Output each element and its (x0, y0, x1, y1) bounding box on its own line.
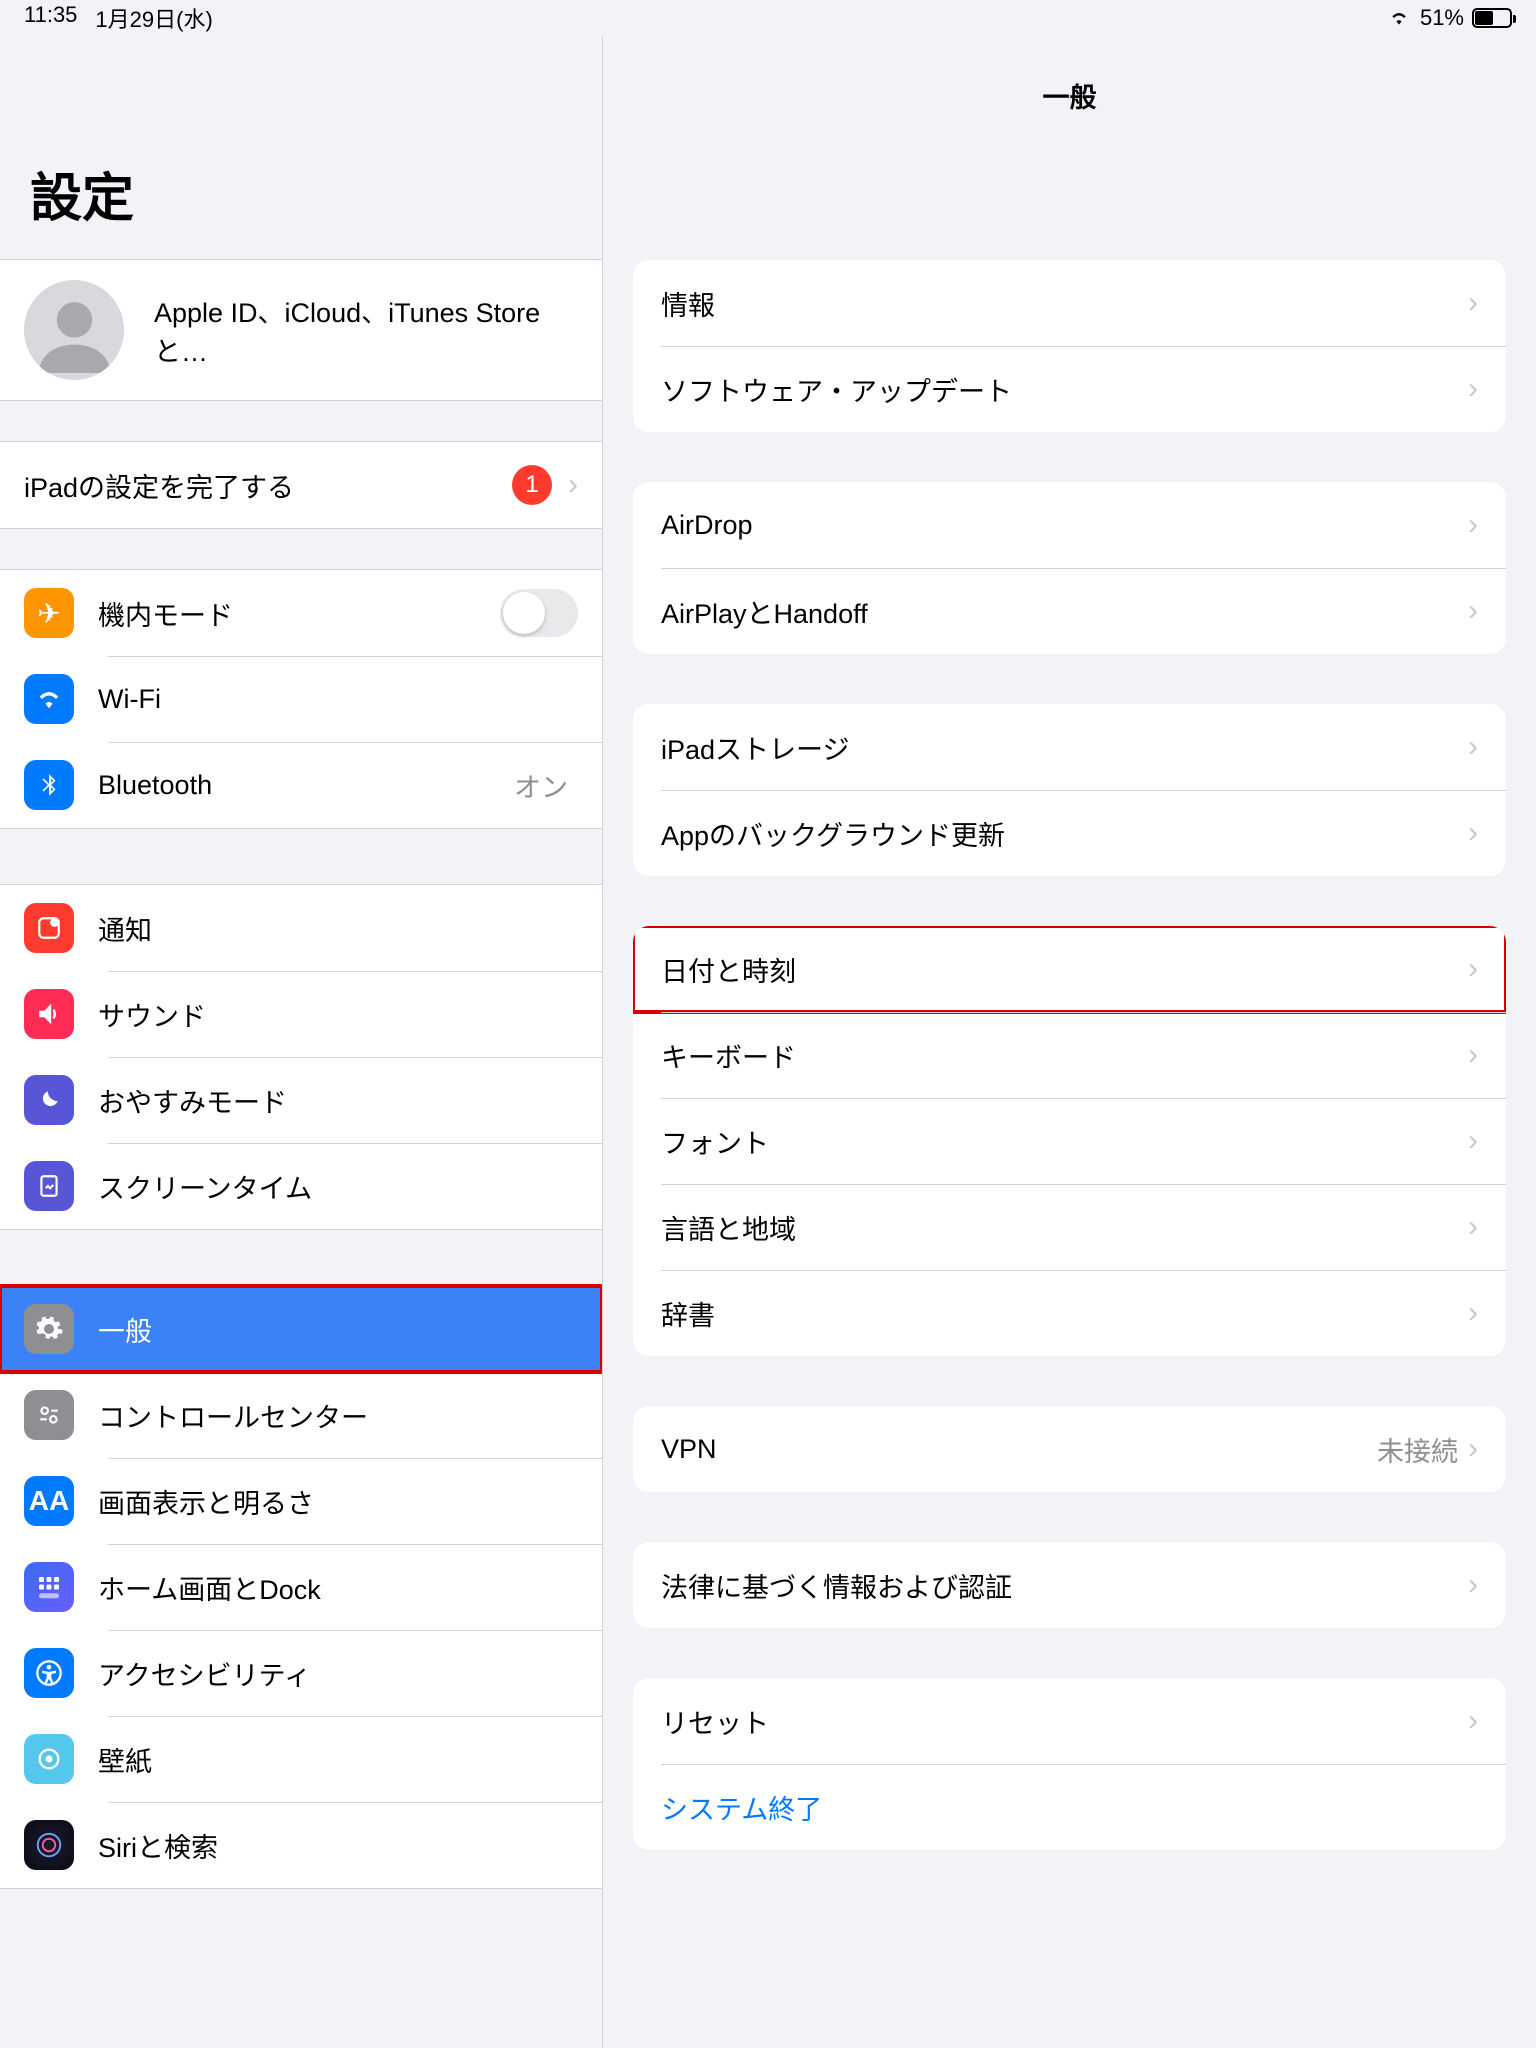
sidebar-item-airplane[interactable]: ✈︎ 機内モード (0, 570, 602, 656)
airplane-icon: ✈︎ (24, 588, 74, 638)
status-date: 1月29日(水) (95, 2, 212, 34)
sidebar: 設定 Apple ID、iCloud、iTunes Storeと… iPadの設… (0, 36, 603, 2048)
chevron-icon: › (1468, 1296, 1478, 1330)
chevron-icon: › (1468, 508, 1478, 542)
siri-icon (24, 1820, 74, 1870)
detail-vpn[interactable]: VPN 未接続 › (633, 1406, 1506, 1492)
display-icon: AA (24, 1476, 74, 1526)
detail-title: 一般 (603, 36, 1536, 145)
detail-bg-refresh[interactable]: Appのバックグラウンド更新 › (633, 790, 1506, 876)
detail-language[interactable]: 言語と地域 › (633, 1184, 1506, 1270)
detail-airplay[interactable]: AirPlayとHandoff › (633, 568, 1506, 654)
chevron-icon: › (1468, 816, 1478, 850)
sidebar-item-wifi[interactable]: Wi-Fi (0, 656, 602, 742)
chevron-icon: › (1468, 952, 1478, 986)
sidebar-item-control[interactable]: コントロールセンター (0, 1372, 602, 1458)
sidebar-item-accessibility[interactable]: アクセシビリティ (0, 1630, 602, 1716)
sidebar-item-sounds[interactable]: サウンド (0, 971, 602, 1057)
detail-dictionary[interactable]: 辞書 › (633, 1270, 1506, 1356)
sidebar-title: 設定 (0, 36, 602, 259)
sidebar-item-notifications[interactable]: 通知 (0, 885, 602, 971)
finish-setup-row[interactable]: iPadの設定を完了する 1 › (0, 442, 602, 528)
detail-shutdown[interactable]: システム終了 (633, 1764, 1506, 1850)
sidebar-item-wallpaper[interactable]: 壁紙 (0, 1716, 602, 1802)
detail-storage[interactable]: iPadストレージ › (633, 704, 1506, 790)
status-bar: 11:35 1月29日(水) 51% (0, 0, 1536, 36)
vpn-value: 未接続 (1377, 1430, 1458, 1469)
finish-setup-badge: 1 (512, 465, 552, 505)
status-time: 11:35 (24, 2, 77, 34)
wallpaper-icon (24, 1734, 74, 1784)
detail-pane: 一般 情報 › ソフトウェア・アップデート › AirDrop › AirPla… (603, 36, 1536, 2048)
chevron-icon: › (568, 468, 578, 502)
sidebar-item-display[interactable]: AA 画面表示と明るさ (0, 1458, 602, 1544)
chevron-icon: › (1468, 286, 1478, 320)
wifi-icon (1386, 8, 1412, 28)
notifications-icon (24, 903, 74, 953)
home-icon (24, 1562, 74, 1612)
chevron-icon: › (1468, 1568, 1478, 1602)
chevron-icon: › (1468, 1038, 1478, 1072)
control-center-icon (24, 1390, 74, 1440)
airplane-switch[interactable] (500, 589, 578, 637)
battery-percent: 51% (1420, 5, 1464, 31)
bluetooth-value: オン (514, 766, 568, 805)
sidebar-item-home[interactable]: ホーム画面とDock (0, 1544, 602, 1630)
chevron-icon: › (1468, 1124, 1478, 1158)
dnd-icon (24, 1075, 74, 1125)
detail-about[interactable]: 情報 › (633, 260, 1506, 346)
chevron-icon: › (1468, 594, 1478, 628)
detail-reset[interactable]: リセット › (633, 1678, 1506, 1764)
chevron-icon: › (1468, 372, 1478, 406)
chevron-icon: › (1468, 1432, 1478, 1466)
detail-airdrop[interactable]: AirDrop › (633, 482, 1506, 568)
screentime-icon (24, 1161, 74, 1211)
chevron-icon: › (1468, 1704, 1478, 1738)
finish-setup-label: iPadの設定を完了する (24, 466, 512, 505)
apple-id-row[interactable]: Apple ID、iCloud、iTunes Storeと… (0, 260, 602, 400)
wifi-settings-icon (24, 674, 74, 724)
chevron-icon: › (1468, 730, 1478, 764)
sidebar-item-siri[interactable]: Siriと検索 (0, 1802, 602, 1888)
sidebar-item-screentime[interactable]: スクリーンタイム (0, 1143, 602, 1229)
sidebar-item-dnd[interactable]: おやすみモード (0, 1057, 602, 1143)
sounds-icon (24, 989, 74, 1039)
detail-keyboard[interactable]: キーボード › (633, 1012, 1506, 1098)
sidebar-item-general[interactable]: 一般 (0, 1286, 602, 1372)
bluetooth-icon (24, 760, 74, 810)
avatar-icon (24, 280, 124, 380)
detail-datetime[interactable]: 日付と時刻 › (633, 926, 1506, 1012)
gear-icon (24, 1304, 74, 1354)
sidebar-item-bluetooth[interactable]: Bluetooth オン (0, 742, 602, 828)
accessibility-icon (24, 1648, 74, 1698)
detail-fonts[interactable]: フォント › (633, 1098, 1506, 1184)
detail-software-update[interactable]: ソフトウェア・アップデート › (633, 346, 1506, 432)
detail-legal[interactable]: 法律に基づく情報および認証 › (633, 1542, 1506, 1628)
profile-subtitle: Apple ID、iCloud、iTunes Storeと… (154, 291, 578, 369)
chevron-icon: › (1468, 1210, 1478, 1244)
battery-icon (1472, 8, 1512, 28)
